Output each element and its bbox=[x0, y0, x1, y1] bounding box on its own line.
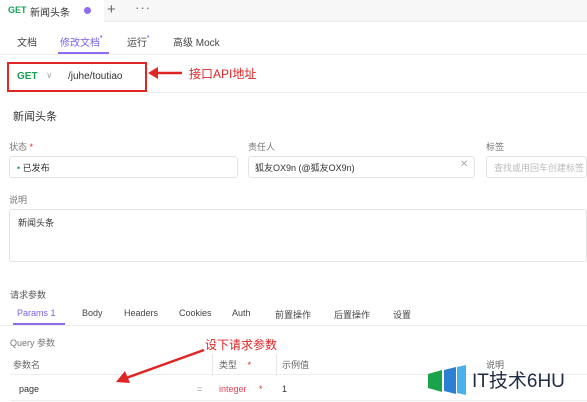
tab-run[interactable]: 运行• bbox=[127, 34, 149, 49]
param-required-mark[interactable]: * bbox=[259, 384, 263, 394]
table-row-divider bbox=[10, 400, 587, 401]
watermark-logo-icon bbox=[428, 365, 466, 395]
description-value: 新闻头条 bbox=[18, 218, 55, 228]
watermark-text: IT技术6HU bbox=[472, 371, 565, 392]
param-name-cell[interactable]: page bbox=[19, 384, 39, 394]
owner-value: 狐友OX9n (@狐友OX9n) bbox=[255, 163, 355, 173]
new-tab-plus-icon[interactable]: + bbox=[107, 1, 116, 19]
tab-edit-doc[interactable]: 修改文档• bbox=[60, 34, 102, 49]
tab-pre-operations[interactable]: 前置操作 bbox=[275, 308, 311, 321]
status-value: • 已发布 bbox=[17, 163, 50, 173]
tab-auth[interactable]: Auth bbox=[232, 308, 251, 318]
tab-headers[interactable]: Headers bbox=[124, 308, 158, 318]
description-label: 说明 bbox=[9, 195, 28, 205]
tags-label: 标签 bbox=[486, 142, 505, 152]
tab-post-operations[interactable]: 后置操作 bbox=[334, 308, 370, 321]
status-label: 状态 * bbox=[9, 142, 34, 152]
tab-cookies[interactable]: Cookies bbox=[179, 308, 212, 318]
description-textarea[interactable] bbox=[9, 209, 587, 262]
tab-body[interactable]: Body bbox=[82, 308, 103, 318]
tab-doc[interactable]: 文档 bbox=[17, 34, 37, 49]
column-example: 示例值 bbox=[282, 360, 310, 370]
tags-placeholder: 查找或用回车创建标签 bbox=[494, 163, 585, 173]
doc-tab-method: GET bbox=[8, 5, 27, 15]
query-params-heading: Query 参数 bbox=[10, 338, 56, 348]
params-tabs-divider bbox=[0, 325, 587, 326]
chevron-down-icon[interactable]: ∨ bbox=[46, 70, 53, 81]
annotation-api-address: 接口API地址 bbox=[189, 67, 257, 81]
doc-tab-title: 新闻头条 bbox=[30, 8, 70, 19]
unsaved-dot-icon bbox=[84, 7, 91, 14]
annotation-set-params: 设下请求参数 bbox=[205, 338, 278, 352]
column-param-name: 参数名 bbox=[13, 360, 41, 370]
param-type-cell[interactable]: integer bbox=[219, 384, 247, 394]
column-separator bbox=[212, 354, 213, 376]
path-input[interactable]: /juhe/toutiao bbox=[68, 71, 123, 82]
method-select[interactable]: GET bbox=[17, 71, 38, 82]
more-options-icon[interactable]: ··· bbox=[135, 0, 151, 15]
request-params-heading: 请求参数 bbox=[10, 290, 47, 300]
arrow-annotation-icon bbox=[116, 348, 205, 383]
tab-settings[interactable]: 设置 bbox=[393, 308, 411, 321]
arrow-annotation-icon bbox=[148, 67, 182, 79]
param-example-cell[interactable]: 1 bbox=[282, 384, 287, 394]
subtabs-divider bbox=[0, 54, 587, 55]
clear-icon[interactable]: ✕ bbox=[460, 159, 468, 170]
url-divider bbox=[147, 92, 587, 93]
column-type: 类型 * bbox=[219, 360, 252, 370]
tab-advanced-mock[interactable]: 高级 Mock bbox=[173, 34, 220, 49]
api-name[interactable]: 新闻头条 bbox=[13, 108, 57, 124]
tab-params[interactable]: Params 1 bbox=[17, 308, 56, 318]
column-separator bbox=[276, 354, 277, 376]
owner-label: 责任人 bbox=[248, 142, 276, 152]
